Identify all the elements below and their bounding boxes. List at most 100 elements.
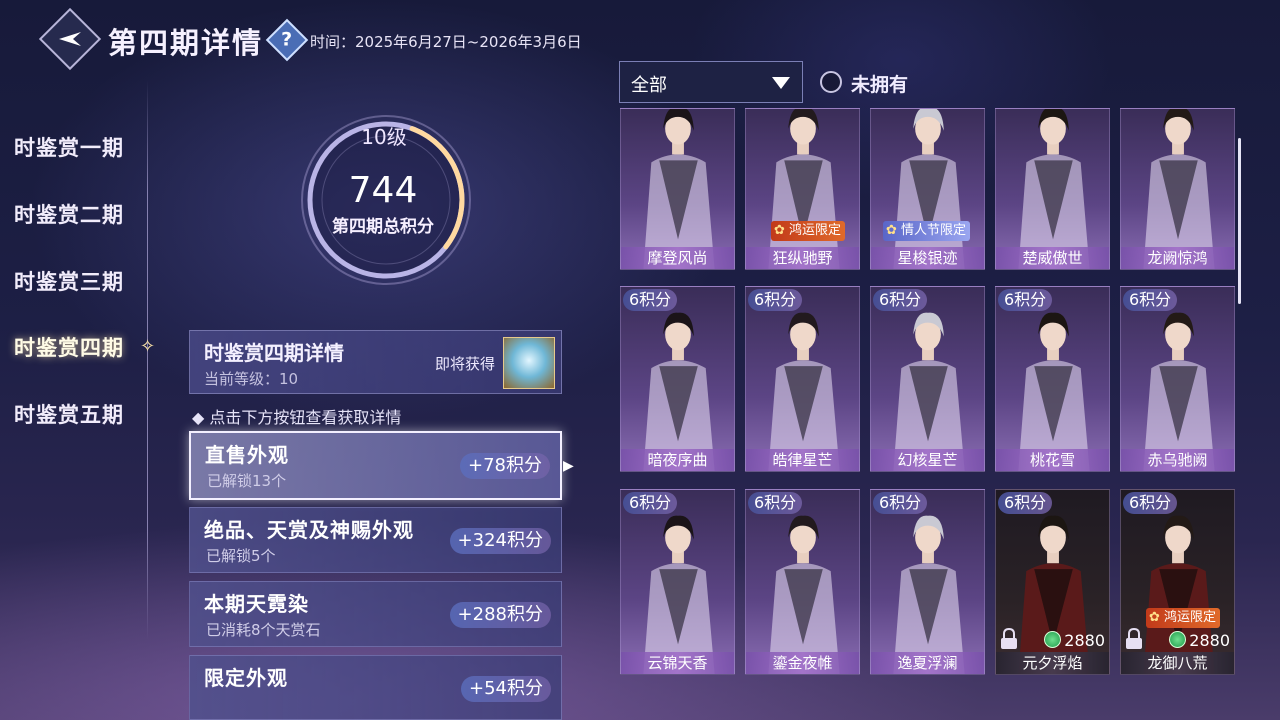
outfit-name: 云锦天香 [621,652,734,674]
points-badge: 6积分 [1123,289,1178,311]
price-label: 2880 [1044,631,1105,650]
category-direct-sale[interactable]: 直售外观 已解锁13个 +78积分 [189,431,562,500]
jade-coin-icon [1169,631,1187,648]
outfit-name: 暗夜序曲 [621,449,734,471]
outfit-name: 摩登风尚 [621,247,734,269]
character-portrait [893,515,965,674]
outfit-name: 龙阙惊鸿 [1121,247,1234,269]
outfit-card[interactable]: 6积分桃花雪 [995,286,1110,472]
category-sub: 已消耗8个天赏石 [206,621,321,639]
category-title: 限定外观 [204,666,288,690]
soon-label: 即将获得 [434,355,495,373]
outfit-card[interactable]: 6积分赤乌驰阙 [1120,286,1235,472]
category-title: 本期天霓染 [204,592,309,616]
character-portrait [893,312,965,471]
points-badge: 6积分 [748,289,803,311]
category-points: +288积分 [449,602,551,628]
outfit-name: 幻核星芒 [871,449,984,471]
points-badge: 6积分 [623,289,678,311]
outfit-card[interactable]: 楚威傲世 [995,108,1110,270]
outfit-card[interactable]: 6积分鎏金夜帷 [745,489,860,675]
filter-value: 全部 [631,75,667,96]
help-button[interactable]: ? [265,18,309,62]
period-time: 时间：2025年6月27日~2026年3月6日 [310,33,582,51]
nav-item-period-5[interactable]: 时鉴赏五期 [14,399,124,429]
category-points: +54积分 [461,676,551,702]
outfit-card[interactable]: 龙阙惊鸿 [1120,108,1235,270]
points-badge: 6积分 [998,492,1053,514]
outfit-name: 皓律星芒 [746,449,859,471]
character-portrait [768,312,840,471]
nav-item-period-3[interactable]: 时鉴赏三期 [14,266,124,296]
points-badge: 6积分 [1123,492,1178,514]
back-arrow-icon [59,32,81,46]
outfit-card[interactable]: 6积分幻核星芒 [870,286,985,472]
outfit-grid: 摩登风尚鸿运限定狂纵驰野情人节限定星梭银迹楚威傲世龙阙惊鸿6积分暗夜序曲6积分皓… [619,108,1239,688]
score-label: 第四期总积分 [332,217,434,237]
character-portrait [768,109,840,269]
category-sub: 已解锁13个 [207,472,287,490]
outfit-card[interactable]: 摩登风尚 [620,108,735,270]
back-button[interactable] [38,7,102,71]
character-portrait [1143,109,1215,269]
active-marker-icon: ✧ [140,336,156,357]
outfit-name: 元夕浮焰 [996,652,1109,674]
current-level: 当前等级：10 [204,370,299,388]
question-icon: ? [281,29,293,51]
outfit-name: 赤乌驰阙 [1121,449,1234,471]
page-title: 第四期详情 [108,26,264,60]
outfit-card[interactable]: 6积分云锦天香 [620,489,735,675]
points-badge: 6积分 [748,492,803,514]
selected-arrow-icon: ▶ [563,458,574,474]
jade-coin-icon [1044,631,1062,648]
lock-icon [1126,628,1142,649]
outfit-card[interactable]: 6积分 2880 元夕浮焰 [995,489,1110,675]
character-portrait [1143,312,1215,471]
category-points: +78积分 [460,453,550,479]
points-badge: 6积分 [873,289,928,311]
not-owned-radio[interactable] [820,71,842,93]
outfit-name: 狂纵驰野 [746,247,859,269]
period-detail-card: 时鉴赏四期详情 当前等级：10 即将获得 [189,330,562,394]
character-portrait [643,515,715,674]
outfit-card[interactable]: 情人节限定星梭银迹 [870,108,985,270]
score-points: 744 [348,170,418,211]
points-badge: 6积分 [623,492,678,514]
outfit-card[interactable]: 6积分逸夏浮澜 [870,489,985,675]
character-portrait [893,109,965,269]
category-dye[interactable]: 本期天霓染 已消耗8个天赏石 +288积分 [189,581,562,647]
points-badge: 6积分 [998,289,1053,311]
category-title: 直售外观 [205,443,289,467]
outfit-name: 逸夏浮澜 [871,652,984,674]
character-portrait [643,109,715,269]
dropdown-triangle-icon [772,77,790,89]
outfit-name: 桃花雪 [996,449,1109,471]
outfit-name: 鎏金夜帷 [746,652,859,674]
outfit-name: 星梭银迹 [871,247,984,269]
limited-tag: 鸿运限定 [1145,608,1220,628]
outfit-card[interactable]: 6积分鸿运限定 2880 龙御八荒 [1120,489,1235,675]
lock-icon [1001,628,1017,649]
not-owned-label[interactable]: 未拥有 [851,70,908,97]
price-label: 2880 [1169,631,1230,650]
category-limited[interactable]: 限定外观 +54积分 [189,655,562,720]
category-title: 绝品、天赏及神赐外观 [204,518,414,542]
outfit-card[interactable]: 鸿运限定狂纵驰野 [745,108,860,270]
filter-dropdown[interactable]: 全部 [619,61,803,103]
points-badge: 6积分 [873,492,928,514]
character-portrait [1018,312,1090,471]
category-sub: 已解锁5个 [206,547,276,565]
character-portrait [768,515,840,674]
character-portrait [643,312,715,471]
nav-divider [147,80,148,640]
character-portrait [1018,109,1090,269]
limited-tag: 情人节限定 [882,221,970,241]
outfit-card[interactable]: 6积分暗夜序曲 [620,286,735,472]
limited-tag: 鸿运限定 [770,221,845,241]
reward-item-icon[interactable] [503,337,555,389]
category-premium[interactable]: 绝品、天赏及神赐外观 已解锁5个 +324积分 [189,507,562,573]
nav-item-period-4[interactable]: 时鉴赏四期 [14,332,124,362]
outfit-card[interactable]: 6积分皓律星芒 [745,286,860,472]
grid-scrollbar[interactable] [1238,138,1241,304]
nav-item-period-2[interactable]: 时鉴赏二期 [14,199,124,229]
